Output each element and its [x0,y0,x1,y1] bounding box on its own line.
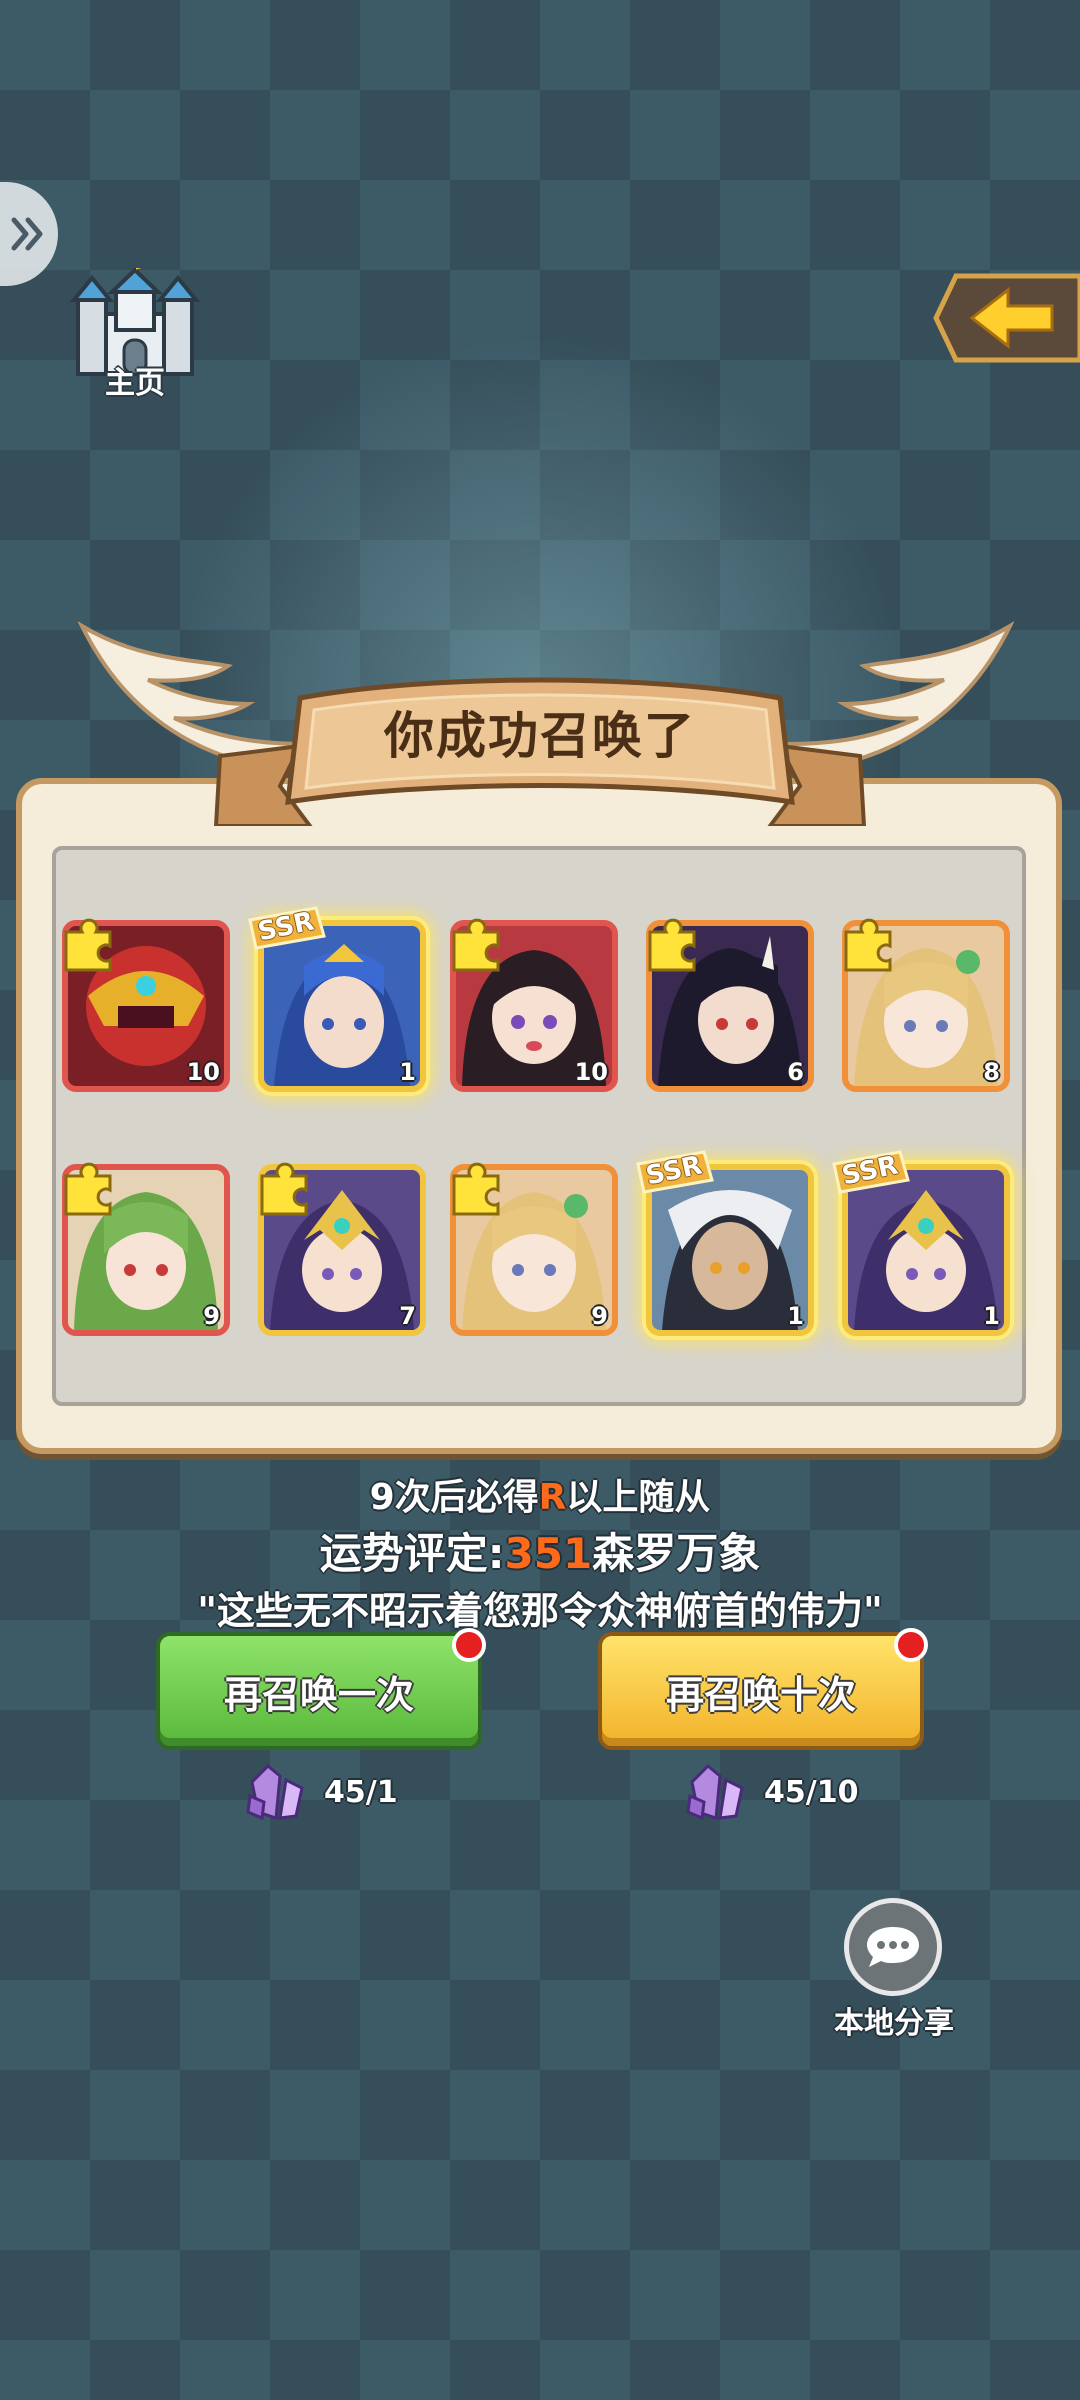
fortune-info: 运势评定:351森罗万象 [0,1520,1080,1581]
result-card[interactable]: 7 [258,1162,426,1336]
chat-bubble-icon [867,1927,919,1967]
summon-once-cost-value: 45/1 [324,1774,398,1810]
card-count: 9 [591,1302,608,1330]
fortune-score: 351 [504,1529,593,1578]
fragment-icon [452,1162,500,1216]
ssr-badge: SSR [634,1150,714,1194]
summon-once-label: 再召唤一次 [223,1672,414,1717]
result-card[interactable]: 10 [62,918,230,1092]
pity-prefix: 9次后必得 [369,1477,539,1518]
notification-dot [894,1628,928,1662]
fragment-icon [844,918,892,972]
back-button[interactable] [932,270,1080,366]
local-share-label: 本地分享 [834,2006,954,2041]
summon-result-panel [16,778,1062,1454]
home-label: 主页 [105,366,165,401]
double-chevron-right-icon [11,217,43,251]
result-card[interactable]: SSR 1 [248,906,426,1092]
fragment-icon [260,1162,308,1216]
result-card[interactable]: 8 [842,918,1010,1092]
home-button[interactable]: 主页 [70,268,200,401]
card-count: 10 [186,1058,220,1086]
card-count: 6 [787,1058,804,1086]
result-card[interactable]: 6 [646,918,814,1092]
crystal-icon [246,1763,304,1821]
fragment-icon [64,1162,112,1216]
fragment-icon [64,918,112,972]
summon-ten-button[interactable]: 再召唤十次 [598,1628,928,1750]
result-card[interactable]: 10 [450,918,618,1092]
result-title: 你成功召唤了 [384,707,696,765]
crystal-icon [686,1763,744,1821]
card-count: 9 [203,1302,220,1330]
result-card[interactable]: 9 [450,1162,618,1336]
card-count: 1 [399,1058,416,1086]
fortune-prefix: 运势评定: [319,1529,505,1578]
fortune-rank: 森罗万象 [592,1529,761,1578]
card-count: 10 [574,1058,608,1086]
summon-ten-label: 再召唤十次 [665,1672,856,1717]
fragment-icon [452,918,500,972]
result-card[interactable]: SSR 1 [832,1150,1010,1336]
fragment-icon [648,918,696,972]
title-ribbon: 你成功召唤了 [210,676,870,826]
pity-info: 9次后必得R以上随从 [0,1468,1080,1520]
summon-ten-cost: 45/10 [686,1762,858,1822]
summon-once-button[interactable]: 再召唤一次 [156,1628,486,1750]
fortune-quote: "这些无不昭示着您那令众神俯首的伟力" [197,1589,883,1633]
ssr-badge: SSR [246,906,326,950]
notification-dot [452,1628,486,1662]
result-card[interactable]: 9 [62,1162,230,1336]
side-menu-toggle[interactable] [0,182,58,286]
card-count: 8 [983,1058,1000,1086]
local-share-button[interactable]: 本地分享 [828,1898,960,2041]
pity-rank: R [538,1477,567,1518]
card-count: 1 [983,1302,1000,1330]
result-card[interactable]: SSR 1 [636,1150,814,1336]
pity-suffix: 以上随从 [566,1477,711,1518]
summon-ten-cost-value: 45/10 [764,1774,859,1810]
arrow-left-icon [933,273,1080,363]
card-count: 7 [399,1302,416,1330]
ssr-badge: SSR [830,1150,910,1194]
card-count: 1 [787,1302,804,1330]
summon-once-cost: 45/1 [246,1762,398,1822]
